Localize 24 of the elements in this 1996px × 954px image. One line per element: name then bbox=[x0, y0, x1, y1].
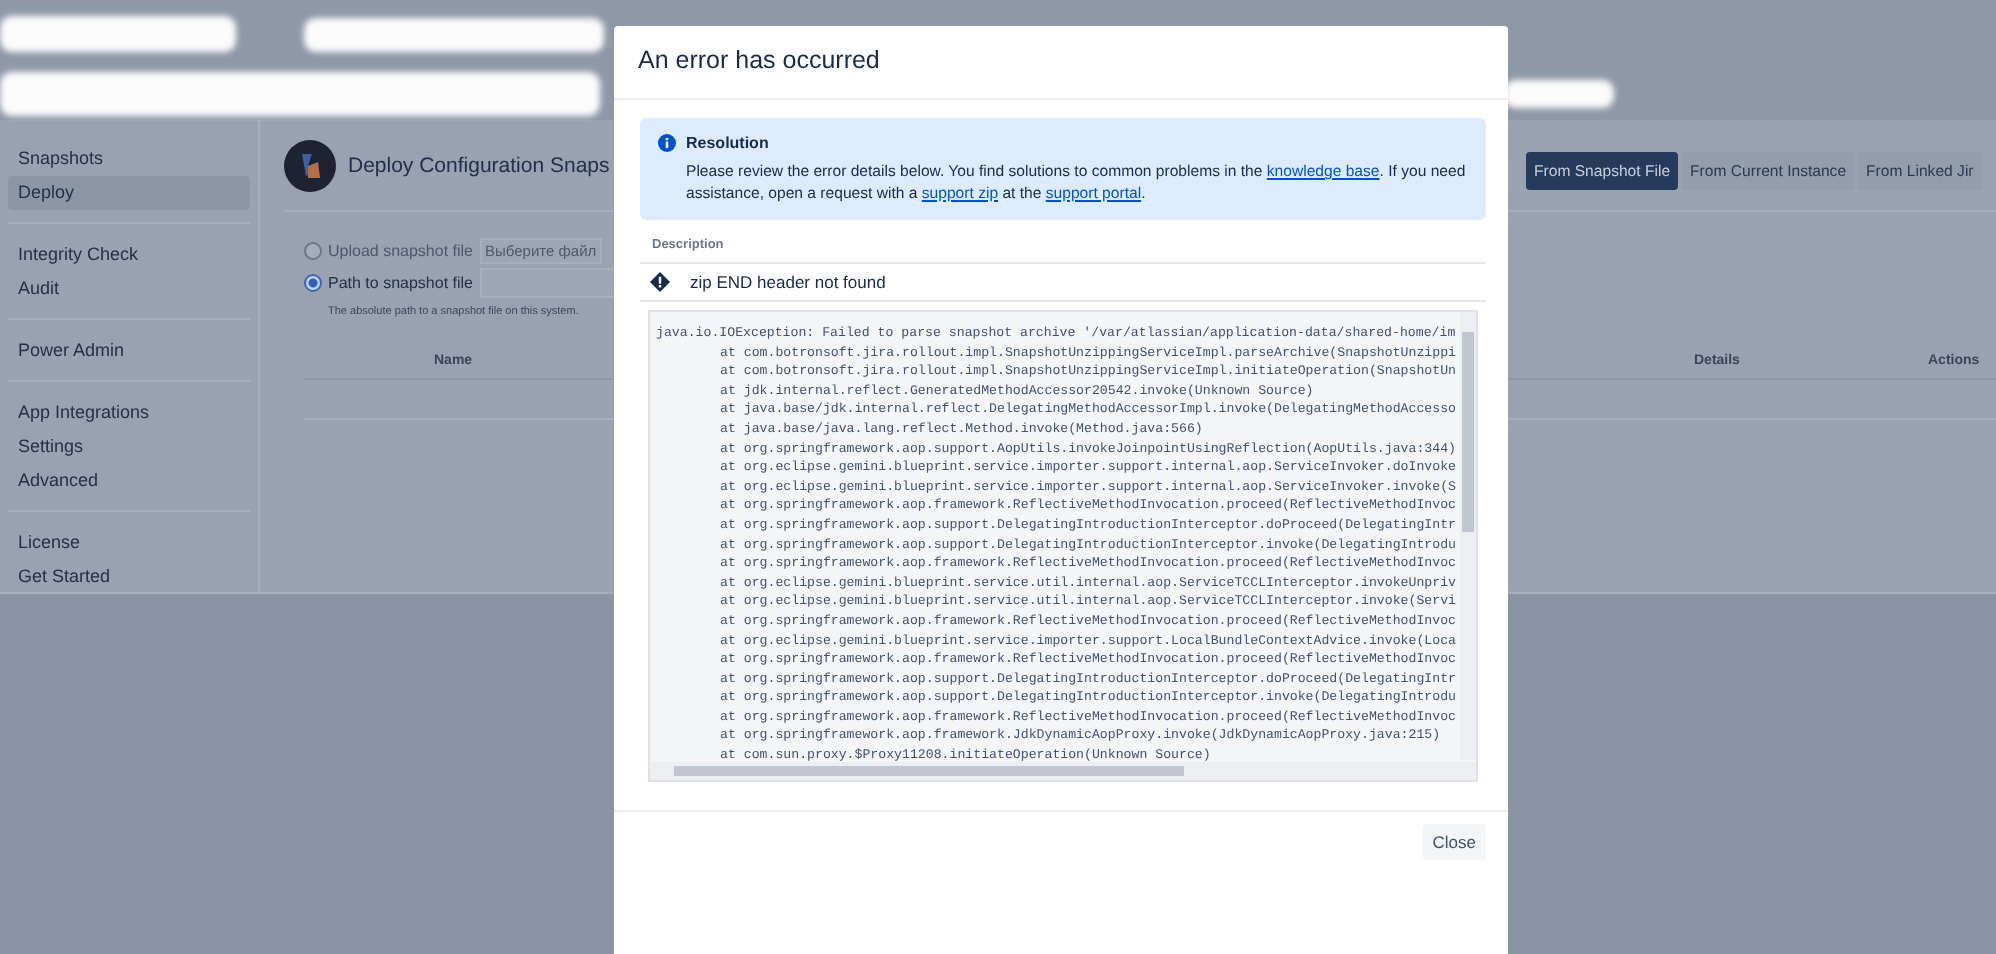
option-label: Upload snapshot file bbox=[328, 241, 473, 259]
logo-icon bbox=[284, 140, 336, 192]
vertical-scrollbar[interactable] bbox=[1460, 312, 1476, 760]
sidebar-item[interactable]: Deploy bbox=[8, 176, 250, 210]
radio-button[interactable] bbox=[304, 273, 322, 291]
horizontal-scrollbar[interactable] bbox=[650, 762, 1476, 780]
close-button[interactable]: Close bbox=[1422, 824, 1486, 860]
sidebar-item[interactable]: Get Started bbox=[8, 560, 250, 594]
sidebar-item[interactable]: Integrity Check bbox=[8, 238, 250, 272]
dialog-title: An error has occurred bbox=[614, 26, 1508, 100]
error-icon bbox=[650, 272, 670, 292]
error-message: zip END header not found bbox=[690, 272, 886, 292]
sidebar-item[interactable]: Settings bbox=[8, 430, 250, 464]
sidebar-item[interactable]: Advanced bbox=[8, 464, 250, 498]
page-title: Deploy Configuration Snaps bbox=[348, 154, 610, 178]
sidebar-item[interactable]: App Integrations bbox=[8, 396, 250, 430]
sidebar-item[interactable]: Audit bbox=[8, 272, 250, 306]
sidebar-item[interactable]: License bbox=[8, 526, 250, 560]
info-icon bbox=[658, 134, 676, 152]
option-label: Path to snapshot file bbox=[328, 273, 473, 291]
sidebar-item[interactable]: Snapshots bbox=[8, 142, 250, 176]
radio-button[interactable] bbox=[304, 241, 322, 259]
resolution-title: Resolution bbox=[686, 134, 769, 152]
sidebar-item[interactable]: Power Admin bbox=[8, 334, 250, 368]
